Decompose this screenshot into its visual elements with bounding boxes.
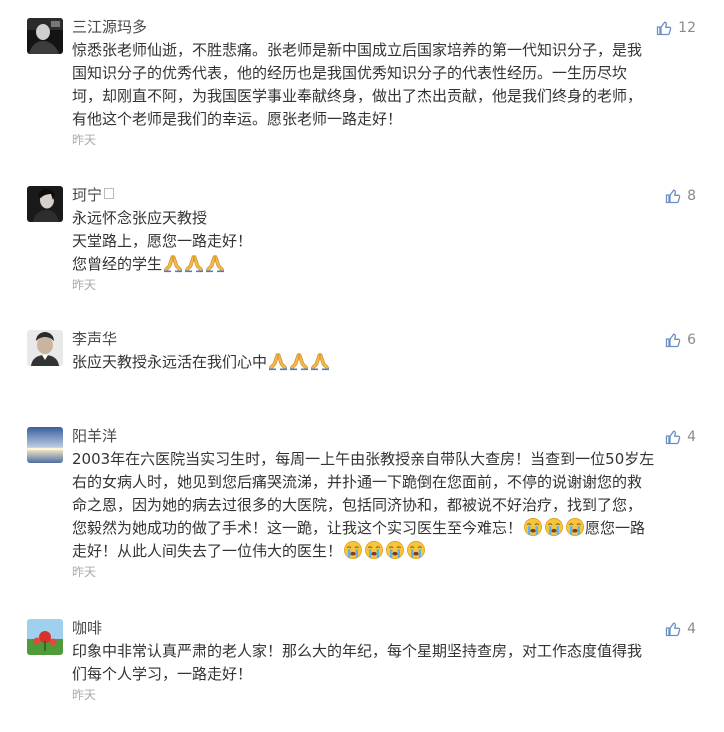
- user-badge-icon: [104, 188, 115, 199]
- comment-line: 张应天教授永远活在我们心中: [72, 351, 698, 374]
- comment-line: 国知识分子的优秀代表，他的经历也是我国优秀知识分子的代表性经历。一生历尽坎: [72, 64, 628, 82]
- avatar[interactable]: [27, 619, 63, 655]
- praying-hands-emoji: [268, 351, 288, 371]
- comment-author[interactable]: 阳羊洋: [72, 427, 698, 445]
- avatar[interactable]: [27, 18, 63, 54]
- comment-text: 印象中非常认真严肃的老人家！那么大的年纪，每个星期坚持查房，对工作态度值得我 们…: [72, 640, 698, 686]
- comment-author[interactable]: 咖啡: [72, 619, 698, 637]
- comment-line: 有他这个老师是我们的幸运。愿张老师一路走好！: [72, 110, 403, 128]
- comment-line: 永远怀念张应天教授: [72, 209, 208, 227]
- thumbs-up-icon: [665, 429, 681, 445]
- comment-author[interactable]: 珂宁: [72, 186, 698, 204]
- avatar[interactable]: [27, 330, 63, 366]
- comment-line: 坷，却刚直不阿，为我国医学事业奉献终身，做出了杰出贡献，他是我们终身的老师，: [72, 87, 643, 105]
- comment-text: 2003年在六医院当实习生时，每周一上午由张教授亲自带队大查房！当查到一位50岁…: [72, 448, 698, 563]
- comment-line: 天堂路上，愿您一路走好！: [72, 232, 253, 250]
- comment-time: 昨天: [72, 133, 97, 147]
- praying-hands-emoji: [163, 253, 183, 273]
- like-button[interactable]: 8: [665, 187, 696, 205]
- thumbs-up-icon: [656, 20, 672, 36]
- thumbs-up-icon: [665, 621, 681, 637]
- comment-line: 您毅然为她成功的做了手术！这一跪，让我这个实习医生至今难忘！ 愿您一路: [72, 517, 646, 537]
- like-button[interactable]: 4: [665, 620, 696, 638]
- like-button[interactable]: 12: [656, 19, 696, 37]
- comment-text: 张应天教授永远活在我们心中: [72, 351, 698, 374]
- comment-text: 永远怀念张应天教授 天堂路上，愿您一路走好！ 您曾经的学生: [72, 207, 698, 276]
- crying-face-emoji: [343, 540, 363, 560]
- comment-author[interactable]: 李声华: [72, 330, 698, 348]
- comment-text: 惊悉张老师仙逝，不胜悲痛。张老师是新中国成立后国家培养的第一代知识分子，是我 国…: [72, 39, 698, 131]
- crying-face-emoji: [523, 517, 543, 537]
- crying-face-emoji: [406, 540, 426, 560]
- comment-time: 昨天: [72, 688, 97, 702]
- praying-hands-emoji: [205, 253, 225, 273]
- comment-time: 昨天: [72, 565, 97, 579]
- crying-face-emoji: [544, 517, 564, 537]
- comment-line: 惊悉张老师仙逝，不胜悲痛。张老师是新中国成立后国家培养的第一代知识分子，是我: [72, 41, 643, 59]
- comment-line: 右的女病人时，她见到您后痛哭流涕，并扑通一下跪倒在您面前，不停的说谢谢您的救: [72, 473, 643, 491]
- praying-hands-emoji: [310, 351, 330, 371]
- like-count: 12: [678, 20, 696, 36]
- comment-line: 们每个人学习，一路走好！: [72, 665, 253, 683]
- like-count: 8: [687, 188, 696, 204]
- comment-line: 印象中非常认真严肃的老人家！那么大的年纪，每个星期坚持查房，对工作态度值得我: [72, 642, 643, 660]
- comment-line: 走好！从此人间失去了一位伟大的医生！: [72, 540, 698, 563]
- avatar[interactable]: [27, 427, 63, 463]
- praying-hands-emoji: [289, 351, 309, 371]
- praying-hands-emoji: [184, 253, 204, 273]
- like-button[interactable]: 4: [665, 428, 696, 446]
- avatar[interactable]: [27, 186, 63, 222]
- like-button[interactable]: 6: [665, 331, 696, 349]
- comment-line: 您曾经的学生: [72, 253, 698, 276]
- like-count: 4: [687, 621, 696, 637]
- thumbs-up-icon: [665, 188, 681, 204]
- comment-line: 命之恩，因为她的病去过很多的大医院，包括同济协和，都被说不好治疗，找到了您，: [72, 496, 643, 514]
- comment-time: 昨天: [72, 278, 97, 292]
- crying-face-emoji: [364, 540, 384, 560]
- like-count: 6: [687, 332, 696, 348]
- comment-line: 2003年在六医院当实习生时，每周一上午由张教授亲自带队大查房！当查到一位50岁…: [72, 450, 655, 468]
- comment-author[interactable]: 三江源玛多: [72, 18, 698, 36]
- thumbs-up-icon: [665, 332, 681, 348]
- crying-face-emoji: [385, 540, 405, 560]
- comment-list: 三江源玛多 惊悉张老师仙逝，不胜悲痛。张老师是新中国成立后国家培养的第一代知识分…: [0, 0, 724, 732]
- like-count: 4: [687, 429, 696, 445]
- crying-face-emoji: [565, 517, 585, 537]
